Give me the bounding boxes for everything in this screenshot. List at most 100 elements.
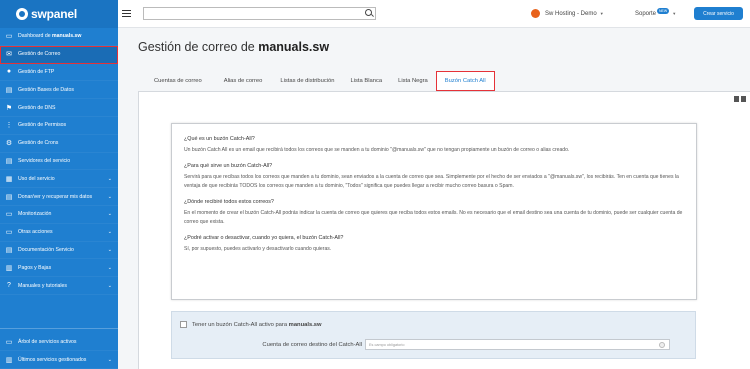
support-menu[interactable]: Soporte NEW ▼ bbox=[635, 7, 677, 17]
account-selector[interactable]: Sw Hosting - Demo ▼ bbox=[531, 9, 604, 18]
sidebar-item-gestion-correo[interactable]: ✉ Gestión de Correo bbox=[0, 45, 118, 64]
tab-cuentas-correo[interactable]: Cuentas de correo bbox=[154, 70, 202, 92]
sidebar-item-label: Gestión de Correo bbox=[18, 51, 61, 58]
faq-question: ¿Dónde recibiré todos estos correos? bbox=[184, 199, 274, 205]
sidebar-item-donar-datos[interactable]: ▤ Donar/ver y recuperar mis datos ⌄ bbox=[0, 188, 118, 206]
history-icon: ▥ bbox=[5, 356, 13, 364]
sidebar-nav: ▭ Dashboard de manuals.sw ✉ Gestión de C… bbox=[0, 28, 118, 295]
faq-question: ¿Qué es un buzón Catch-All? bbox=[184, 136, 255, 142]
chevron-down-icon: ⌄ bbox=[107, 356, 112, 363]
sidebar-item-servidores[interactable]: ▤ Servidores del servicio bbox=[0, 153, 118, 171]
data-icon: ▤ bbox=[5, 193, 13, 201]
account-logo-icon bbox=[531, 9, 540, 18]
tab-buzon-catch-all[interactable]: Buzón Catch All bbox=[435, 71, 495, 91]
support-label: Soporte bbox=[635, 10, 657, 17]
content-panel: ¿Qué es un buzón Catch-All? Un buzón Cat… bbox=[138, 92, 750, 369]
ftp-icon: ● bbox=[6, 68, 12, 76]
gear-icon: ⚙ bbox=[5, 140, 13, 148]
sidebar-item-label: Pagos y Bajas bbox=[18, 264, 52, 271]
chevron-down-icon: ⌄ bbox=[107, 211, 112, 218]
destination-row: Cuenta de correo destino del Catch-All E… bbox=[208, 339, 670, 350]
chevron-down-icon: ⌄ bbox=[107, 246, 112, 253]
search-input[interactable] bbox=[143, 7, 376, 20]
sidebar-item-label: Árbol de servicios activos bbox=[18, 338, 77, 345]
chevron-down-icon: ▼ bbox=[599, 11, 604, 16]
destination-placeholder: Es campo obligatorio bbox=[369, 342, 405, 347]
sidebar-item-label: Documentación Servicio bbox=[18, 246, 74, 253]
topbar: Sw Hosting - Demo ▼ Soporte NEW ▼ Crear … bbox=[118, 0, 750, 28]
catch-all-info-box: ¿Qué es un buzón Catch-All? Un buzón Cat… bbox=[171, 123, 697, 300]
sidebar-item-label: Gestión de Permisos bbox=[18, 122, 67, 129]
server-icon: ▤ bbox=[5, 157, 13, 165]
document-icon: ▤ bbox=[5, 246, 13, 254]
catch-all-toggle-row: Tener un buzón Catch-All activo para man… bbox=[180, 321, 322, 328]
sidebar-item-label: Manuales y tutoriales bbox=[18, 282, 68, 289]
database-icon: ▤ bbox=[5, 86, 13, 94]
sidebar-item-manuales[interactable]: ? Manuales y tutoriales ⌄ bbox=[0, 277, 118, 295]
sidebar-item-label: Servidores del servicio bbox=[18, 157, 71, 164]
sidebar-item-ftp[interactable]: ● Gestión de FTP bbox=[0, 64, 118, 82]
chevron-down-icon: ⌄ bbox=[107, 229, 112, 236]
export-icon[interactable] bbox=[734, 96, 739, 102]
destination-label: Cuenta de correo destino del Catch-All bbox=[262, 341, 362, 348]
brand-name: swpanel bbox=[31, 7, 77, 21]
catch-all-checkbox-label: Tener un buzón Catch-All activo para man… bbox=[192, 321, 322, 328]
search-icon[interactable] bbox=[365, 9, 372, 16]
actions-icon: ▭ bbox=[5, 229, 13, 237]
sidebar-item-label: Gestión de FTP bbox=[18, 68, 55, 75]
sidebar-item-documentacion[interactable]: ▤ Documentación Servicio ⌄ bbox=[0, 242, 118, 260]
faq-answer: Sí, por supuesto, puedes activarlo y des… bbox=[184, 246, 332, 252]
sidebar: swpanel ▭ Dashboard de manuals.sw ✉ Gest… bbox=[0, 0, 118, 369]
faq-question: ¿Para qué sirve un buzón Catch-All? bbox=[184, 163, 273, 169]
payment-icon: ▥ bbox=[5, 264, 13, 272]
catch-all-settings: Tener un buzón Catch-All activo para man… bbox=[171, 311, 696, 359]
document-icon[interactable] bbox=[741, 96, 746, 102]
dashboard-icon: ▭ bbox=[5, 33, 13, 41]
monitor-icon: ▭ bbox=[5, 211, 13, 219]
create-service-button[interactable]: Crear servicio bbox=[694, 7, 743, 20]
menu-icon[interactable] bbox=[122, 9, 131, 18]
sidebar-item-crons[interactable]: ⚙ Gestión de Crons bbox=[0, 135, 118, 153]
sidebar-item-uso[interactable]: ▦ Uso del servicio ⌄ bbox=[0, 170, 118, 189]
sidebar-item-pagos[interactable]: ▥ Pagos y Bajas ⌄ bbox=[0, 259, 118, 278]
sidebar-item-ultimos-servicios[interactable]: ▥ Últimos servicios gestionados ⌄ bbox=[0, 351, 118, 369]
chart-icon: ▦ bbox=[5, 175, 13, 183]
faq-answer: Un buzón Catch All es un email que recib… bbox=[184, 147, 570, 153]
sidebar-item-label: Uso del servicio bbox=[18, 175, 55, 182]
chevron-down-icon: ⌄ bbox=[107, 193, 112, 200]
sidebar-item-label: Otras acciones bbox=[18, 229, 53, 236]
sidebar-item-arbol-servicios[interactable]: ▭ Árbol de servicios activos bbox=[0, 333, 118, 352]
sidebar-bottom: ▭ Árbol de servicios activos ▥ Últimos s… bbox=[0, 328, 118, 369]
tab-bar: Cuentas de correo Alias de correo Listas… bbox=[138, 70, 750, 92]
tab-lista-negra[interactable]: Lista Negra bbox=[398, 70, 428, 92]
sidebar-item-permisos[interactable]: ⋮ Gestión de Permisos bbox=[0, 117, 118, 135]
destination-email-input[interactable]: Es campo obligatorio bbox=[365, 339, 670, 350]
mail-icon: ✉ bbox=[6, 51, 12, 59]
tab-listas-distribucion[interactable]: Listas de distribución bbox=[280, 70, 334, 92]
tab-lista-blanca[interactable]: Lista Blanca bbox=[351, 70, 383, 92]
permissions-icon: ⋮ bbox=[5, 122, 13, 130]
sidebar-item-dns[interactable]: ⚑ Gestión de DNS bbox=[0, 99, 118, 117]
sidebar-item-label: Gestión de DNS bbox=[18, 104, 56, 111]
sidebar-item-otras-acciones[interactable]: ▭ Otras acciones ⌄ bbox=[0, 224, 118, 242]
chevron-down-icon: ⌄ bbox=[107, 282, 112, 289]
account-name: Sw Hosting - Demo bbox=[545, 10, 597, 17]
new-badge: NEW bbox=[657, 7, 670, 14]
swpanel-logo-icon bbox=[16, 8, 28, 20]
page-title: Gestión de correo de manuals.sw bbox=[138, 40, 330, 54]
sidebar-item-label: Donar/ver y recuperar mis datos bbox=[18, 193, 93, 200]
sidebar-item-dashboard[interactable]: ▭ Dashboard de manuals.sw bbox=[0, 28, 118, 46]
sidebar-item-databases[interactable]: ▤ Gestión Bases de Datos bbox=[0, 81, 118, 100]
chevron-down-icon: ▼ bbox=[672, 11, 677, 16]
sidebar-item-monitorizacion[interactable]: ▭ Monitorización ⌄ bbox=[0, 206, 118, 224]
logo[interactable]: swpanel bbox=[0, 0, 118, 28]
chevron-down-icon: ⌄ bbox=[107, 264, 112, 271]
sidebar-item-label: Monitorización bbox=[18, 211, 52, 218]
catch-all-checkbox[interactable] bbox=[180, 321, 187, 328]
status-indicator-icon bbox=[659, 341, 665, 348]
tree-icon: ▭ bbox=[5, 338, 13, 346]
tab-alias-correo[interactable]: Alias de correo bbox=[224, 70, 263, 92]
faq-answer: En el momento de crear el buzón Catch-Al… bbox=[184, 210, 683, 225]
faq-question: ¿Podré activar o desactivar, cuando yo q… bbox=[184, 235, 344, 241]
chevron-down-icon: ⌄ bbox=[107, 175, 112, 182]
